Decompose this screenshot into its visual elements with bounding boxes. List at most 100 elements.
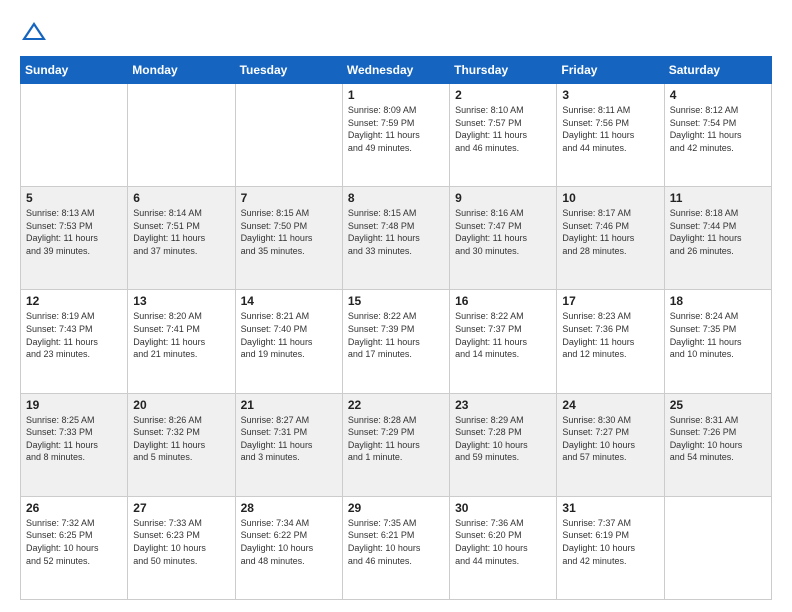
calendar-day-11: 11Sunrise: 8:18 AM Sunset: 7:44 PM Dayli… (664, 187, 771, 290)
day-number: 4 (670, 88, 766, 102)
day-info: Sunrise: 7:33 AM Sunset: 6:23 PM Dayligh… (133, 517, 229, 567)
day-number: 20 (133, 398, 229, 412)
day-info: Sunrise: 7:32 AM Sunset: 6:25 PM Dayligh… (26, 517, 122, 567)
day-info: Sunrise: 8:21 AM Sunset: 7:40 PM Dayligh… (241, 310, 337, 360)
calendar-week-row-4: 19 Sunrise: 8:25 AM Sunset: 7:33 PM Dayli… (21, 393, 772, 496)
day-info: Sunrise: 7:37 AM Sunset: 6:19 PM Dayligh… (562, 517, 658, 567)
calendar-day-29: 29Sunrise: 7:35 AM Sunset: 6:21 PM Dayli… (342, 496, 449, 599)
calendar-day-3: 3 Sunrise: 8:11 AM Sunset: 7:56 PM Daylig… (557, 84, 664, 187)
day-info: Sunrise: 7:36 AM Sunset: 6:20 PM Dayligh… (455, 517, 551, 567)
day-number: 28 (241, 501, 337, 515)
day-info: Sunrise: 8:27 AM Sunset: 7:31 PM Dayligh… (241, 414, 337, 464)
calendar-day-6: 6 Sunrise: 8:14 AM Sunset: 7:51 PM Daylig… (128, 187, 235, 290)
day-number: 9 (455, 191, 551, 205)
day-number: 25 (670, 398, 766, 412)
page: SundayMondayTuesdayWednesdayThursdayFrid… (0, 0, 792, 612)
calendar-day-15: 15 Sunrise: 8:22 AM Sunset: 7:39 PM Dayli… (342, 290, 449, 393)
calendar-day-4: 4 Sunrise: 8:12 AM Sunset: 7:54 PM Daylig… (664, 84, 771, 187)
calendar-week-row-3: 12Sunrise: 8:19 AM Sunset: 7:43 PM Dayli… (21, 290, 772, 393)
day-number: 23 (455, 398, 551, 412)
calendar-day-10: 10 Sunrise: 8:17 AM Sunset: 7:46 PM Dayli… (557, 187, 664, 290)
day-info: Sunrise: 8:09 AM Sunset: 7:59 PM Dayligh… (348, 104, 444, 154)
day-number: 27 (133, 501, 229, 515)
day-number: 2 (455, 88, 551, 102)
calendar-day-21: 21 Sunrise: 8:27 AM Sunset: 7:31 PM Dayli… (235, 393, 342, 496)
day-number: 1 (348, 88, 444, 102)
weekday-header-row: SundayMondayTuesdayWednesdayThursdayFrid… (21, 57, 772, 84)
day-info: Sunrise: 8:23 AM Sunset: 7:36 PM Dayligh… (562, 310, 658, 360)
header (20, 18, 772, 46)
day-number: 16 (455, 294, 551, 308)
day-info: Sunrise: 8:17 AM Sunset: 7:46 PM Dayligh… (562, 207, 658, 257)
empty-cell (235, 84, 342, 187)
logo-icon (20, 18, 48, 46)
day-info: Sunrise: 8:19 AM Sunset: 7:43 PM Dayligh… (26, 310, 122, 360)
day-number: 21 (241, 398, 337, 412)
calendar-day-28: 28 Sunrise: 7:34 AM Sunset: 6:22 PM Dayli… (235, 496, 342, 599)
day-info: Sunrise: 8:28 AM Sunset: 7:29 PM Dayligh… (348, 414, 444, 464)
day-info: Sunrise: 8:26 AM Sunset: 7:32 PM Dayligh… (133, 414, 229, 464)
day-info: Sunrise: 8:16 AM Sunset: 7:47 PM Dayligh… (455, 207, 551, 257)
day-info: Sunrise: 8:31 AM Sunset: 7:26 PM Dayligh… (670, 414, 766, 464)
empty-cell (664, 496, 771, 599)
day-info: Sunrise: 8:15 AM Sunset: 7:50 PM Dayligh… (241, 207, 337, 257)
calendar-day-14: 14 Sunrise: 8:21 AM Sunset: 7:40 PM Dayli… (235, 290, 342, 393)
day-info: Sunrise: 7:34 AM Sunset: 6:22 PM Dayligh… (241, 517, 337, 567)
calendar-day-2: 2 Sunrise: 8:10 AM Sunset: 7:57 PM Daylig… (450, 84, 557, 187)
day-info: Sunrise: 8:15 AM Sunset: 7:48 PM Dayligh… (348, 207, 444, 257)
calendar-day-19: 19 Sunrise: 8:25 AM Sunset: 7:33 PM Dayli… (21, 393, 128, 496)
calendar-week-row-2: 5Sunrise: 8:13 AM Sunset: 7:53 PM Daylig… (21, 187, 772, 290)
day-number: 17 (562, 294, 658, 308)
day-number: 24 (562, 398, 658, 412)
day-number: 31 (562, 501, 658, 515)
calendar-day-27: 27 Sunrise: 7:33 AM Sunset: 6:23 PM Dayli… (128, 496, 235, 599)
calendar-day-5: 5Sunrise: 8:13 AM Sunset: 7:53 PM Daylig… (21, 187, 128, 290)
day-info: Sunrise: 8:20 AM Sunset: 7:41 PM Dayligh… (133, 310, 229, 360)
day-info: Sunrise: 8:22 AM Sunset: 7:39 PM Dayligh… (348, 310, 444, 360)
day-number: 15 (348, 294, 444, 308)
calendar-day-22: 22Sunrise: 8:28 AM Sunset: 7:29 PM Dayli… (342, 393, 449, 496)
calendar-day-13: 13 Sunrise: 8:20 AM Sunset: 7:41 PM Dayli… (128, 290, 235, 393)
calendar-day-12: 12Sunrise: 8:19 AM Sunset: 7:43 PM Dayli… (21, 290, 128, 393)
calendar-day-17: 17 Sunrise: 8:23 AM Sunset: 7:36 PM Dayli… (557, 290, 664, 393)
weekday-header-tuesday: Tuesday (235, 57, 342, 84)
day-info: Sunrise: 8:24 AM Sunset: 7:35 PM Dayligh… (670, 310, 766, 360)
day-info: Sunrise: 8:12 AM Sunset: 7:54 PM Dayligh… (670, 104, 766, 154)
calendar-day-25: 25 Sunrise: 8:31 AM Sunset: 7:26 PM Dayli… (664, 393, 771, 496)
calendar-day-8: 8 Sunrise: 8:15 AM Sunset: 7:48 PM Daylig… (342, 187, 449, 290)
calendar-day-24: 24 Sunrise: 8:30 AM Sunset: 7:27 PM Dayli… (557, 393, 664, 496)
day-info: Sunrise: 8:25 AM Sunset: 7:33 PM Dayligh… (26, 414, 122, 464)
weekday-header-thursday: Thursday (450, 57, 557, 84)
calendar-day-7: 7 Sunrise: 8:15 AM Sunset: 7:50 PM Daylig… (235, 187, 342, 290)
logo (20, 18, 52, 46)
day-number: 19 (26, 398, 122, 412)
day-number: 14 (241, 294, 337, 308)
calendar-day-20: 20 Sunrise: 8:26 AM Sunset: 7:32 PM Dayli… (128, 393, 235, 496)
calendar-day-1: 1 Sunrise: 8:09 AM Sunset: 7:59 PM Daylig… (342, 84, 449, 187)
day-info: Sunrise: 8:30 AM Sunset: 7:27 PM Dayligh… (562, 414, 658, 464)
day-number: 13 (133, 294, 229, 308)
day-number: 7 (241, 191, 337, 205)
day-number: 5 (26, 191, 122, 205)
calendar-day-30: 30 Sunrise: 7:36 AM Sunset: 6:20 PM Dayli… (450, 496, 557, 599)
day-info: Sunrise: 8:22 AM Sunset: 7:37 PM Dayligh… (455, 310, 551, 360)
day-info: Sunrise: 8:29 AM Sunset: 7:28 PM Dayligh… (455, 414, 551, 464)
day-number: 3 (562, 88, 658, 102)
weekday-header-wednesday: Wednesday (342, 57, 449, 84)
day-number: 30 (455, 501, 551, 515)
day-info: Sunrise: 8:14 AM Sunset: 7:51 PM Dayligh… (133, 207, 229, 257)
day-number: 18 (670, 294, 766, 308)
day-number: 8 (348, 191, 444, 205)
calendar-day-31: 31 Sunrise: 7:37 AM Sunset: 6:19 PM Dayli… (557, 496, 664, 599)
calendar-week-row-5: 26Sunrise: 7:32 AM Sunset: 6:25 PM Dayli… (21, 496, 772, 599)
empty-cell (128, 84, 235, 187)
empty-cell (21, 84, 128, 187)
day-number: 10 (562, 191, 658, 205)
day-info: Sunrise: 7:35 AM Sunset: 6:21 PM Dayligh… (348, 517, 444, 567)
day-info: Sunrise: 8:10 AM Sunset: 7:57 PM Dayligh… (455, 104, 551, 154)
day-number: 6 (133, 191, 229, 205)
calendar-day-26: 26Sunrise: 7:32 AM Sunset: 6:25 PM Dayli… (21, 496, 128, 599)
calendar-day-23: 23 Sunrise: 8:29 AM Sunset: 7:28 PM Dayli… (450, 393, 557, 496)
calendar-week-row-1: 1 Sunrise: 8:09 AM Sunset: 7:59 PM Daylig… (21, 84, 772, 187)
day-info: Sunrise: 8:11 AM Sunset: 7:56 PM Dayligh… (562, 104, 658, 154)
